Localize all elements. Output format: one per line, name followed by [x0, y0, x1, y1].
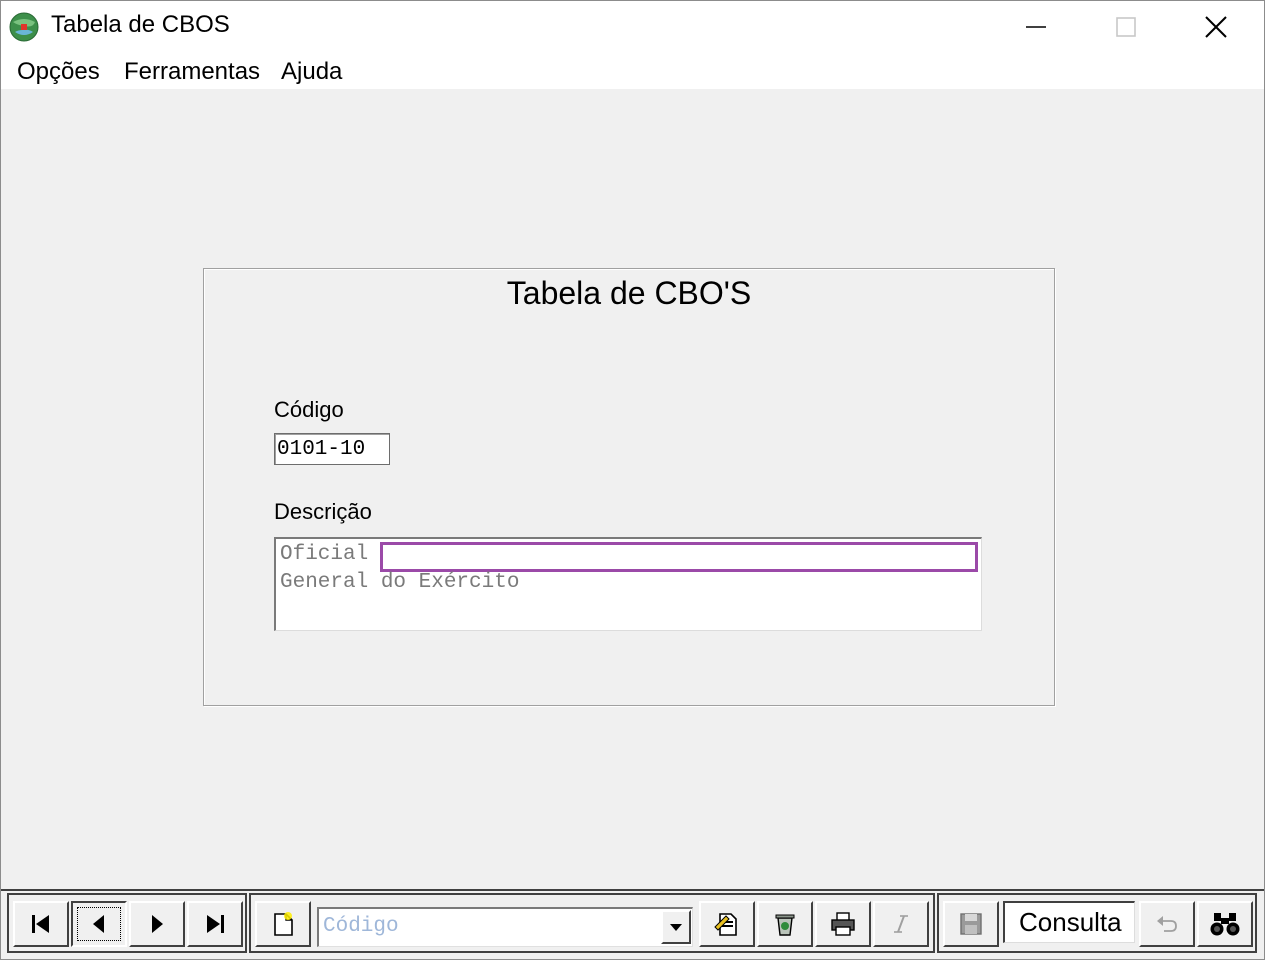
- title-bar: Tabela de CBOS: [1, 1, 1264, 53]
- previous-record-button[interactable]: [71, 901, 127, 947]
- close-button[interactable]: [1171, 1, 1261, 53]
- maximize-button[interactable]: [1081, 1, 1171, 53]
- app-window: Tabela de CBOS Opções Ferramentas Ajuda …: [0, 0, 1265, 960]
- save-button[interactable]: [943, 901, 999, 947]
- first-record-icon: [32, 915, 49, 933]
- italic-button[interactable]: [873, 901, 929, 947]
- menu-bar: Opções Ferramentas Ajuda: [1, 53, 1264, 89]
- edit-document-icon: [714, 913, 737, 936]
- focus-rectangle: [77, 907, 121, 941]
- description-textarea[interactable]: Oficial General do Exército: [274, 537, 982, 631]
- description-line-2: General do Exército: [280, 571, 520, 594]
- search-field-value: Código: [323, 915, 399, 938]
- status-group: Consulta: [937, 893, 1257, 953]
- last-record-button[interactable]: [187, 901, 243, 947]
- undo-icon: [1157, 916, 1177, 932]
- combo-dropdown-button[interactable]: [661, 910, 691, 944]
- delete-record-button[interactable]: [757, 901, 813, 947]
- app-globe-icon: [9, 12, 39, 42]
- minimize-button[interactable]: [991, 1, 1081, 53]
- first-record-button[interactable]: [13, 901, 69, 947]
- new-document-icon: [274, 912, 293, 936]
- bottom-toolbar: Código Consulta: [1, 889, 1264, 959]
- menu-ajuda[interactable]: Ajuda: [281, 58, 342, 86]
- italic-icon: [894, 915, 908, 933]
- code-input[interactable]: 0101-10: [274, 433, 390, 465]
- last-record-icon: [207, 915, 224, 933]
- window-title: Tabela de CBOS: [51, 11, 230, 38]
- description-edit-highlight[interactable]: [380, 542, 978, 572]
- form-title: Tabela de CBO'S: [506, 275, 752, 311]
- edit-record-button[interactable]: [699, 901, 755, 947]
- actions-group: Código: [249, 893, 935, 953]
- mode-indicator: Consulta: [1003, 901, 1135, 943]
- description-line-1: Oficial: [280, 543, 369, 566]
- next-record-icon: [152, 915, 163, 933]
- minimize-icon: [1026, 26, 1046, 28]
- delete-icon: [775, 914, 795, 936]
- search-field-combo[interactable]: Código: [317, 907, 693, 947]
- undo-button[interactable]: [1139, 901, 1195, 947]
- print-button[interactable]: [815, 901, 871, 947]
- menu-ferramentas[interactable]: Ferramentas: [124, 58, 260, 86]
- chevron-down-icon: [670, 924, 682, 931]
- binoculars-icon: [1210, 913, 1240, 936]
- menu-opcoes[interactable]: Opções: [17, 58, 100, 86]
- next-record-button[interactable]: [129, 901, 185, 947]
- search-button[interactable]: [1197, 901, 1253, 947]
- description-label: Descrição: [274, 499, 372, 524]
- maximize-icon: [1116, 17, 1136, 37]
- code-label: Código: [274, 397, 344, 422]
- navigation-group: [7, 893, 247, 953]
- new-record-button[interactable]: [255, 901, 311, 947]
- close-icon: [1205, 16, 1227, 38]
- cbo-form-panel: Tabela de CBO'S Código 0101-10 Descrição…: [203, 268, 1055, 706]
- print-icon: [831, 912, 855, 936]
- save-icon: [960, 913, 982, 935]
